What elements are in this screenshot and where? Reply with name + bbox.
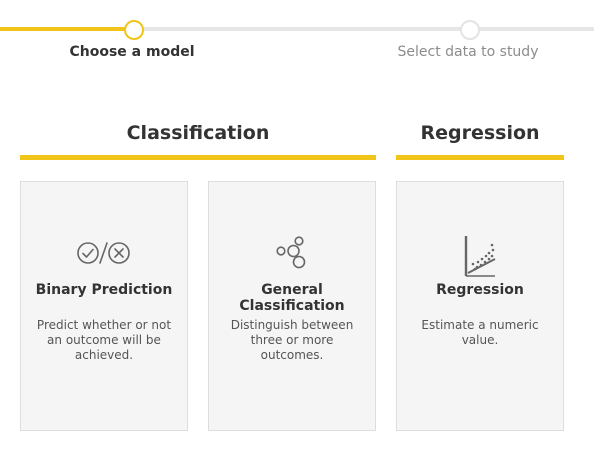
model-selection-page: Choose a model Select data to study Clas… <box>0 0 594 462</box>
general-classification-description: Distinguish between three or more outcom… <box>230 318 354 362</box>
binary-check-x-icon <box>21 236 187 270</box>
step-2-label[interactable]: Select data to study <box>384 44 552 60</box>
regression-section-title: Regression <box>420 122 540 144</box>
step-2-indicator[interactable] <box>460 20 480 40</box>
binary-prediction-title: Binary Prediction <box>35 282 173 298</box>
binary-prediction-description: Predict whether or not an outcome will b… <box>36 318 172 362</box>
stepper-progress-fill <box>0 27 134 31</box>
regression-section-underline <box>396 155 564 160</box>
regression-description: Estimate a numeric value. <box>421 318 539 347</box>
regression-card[interactable]: Regression Estimate a numeric value. <box>396 181 564 431</box>
binary-prediction-card[interactable]: Binary Prediction Predict whether or not… <box>20 181 188 431</box>
clusters-icon <box>209 236 375 270</box>
scatter-trend-icon <box>397 236 563 277</box>
general-classification-title: General Classification <box>239 282 345 314</box>
classification-section-underline <box>20 155 376 160</box>
general-classification-card[interactable]: General Classification Distinguish betwe… <box>208 181 376 431</box>
classification-section-title: Classification <box>126 122 270 144</box>
step-1-label[interactable]: Choose a model <box>60 44 204 60</box>
regression-title: Regression <box>436 282 524 298</box>
step-1-indicator[interactable] <box>124 20 144 40</box>
